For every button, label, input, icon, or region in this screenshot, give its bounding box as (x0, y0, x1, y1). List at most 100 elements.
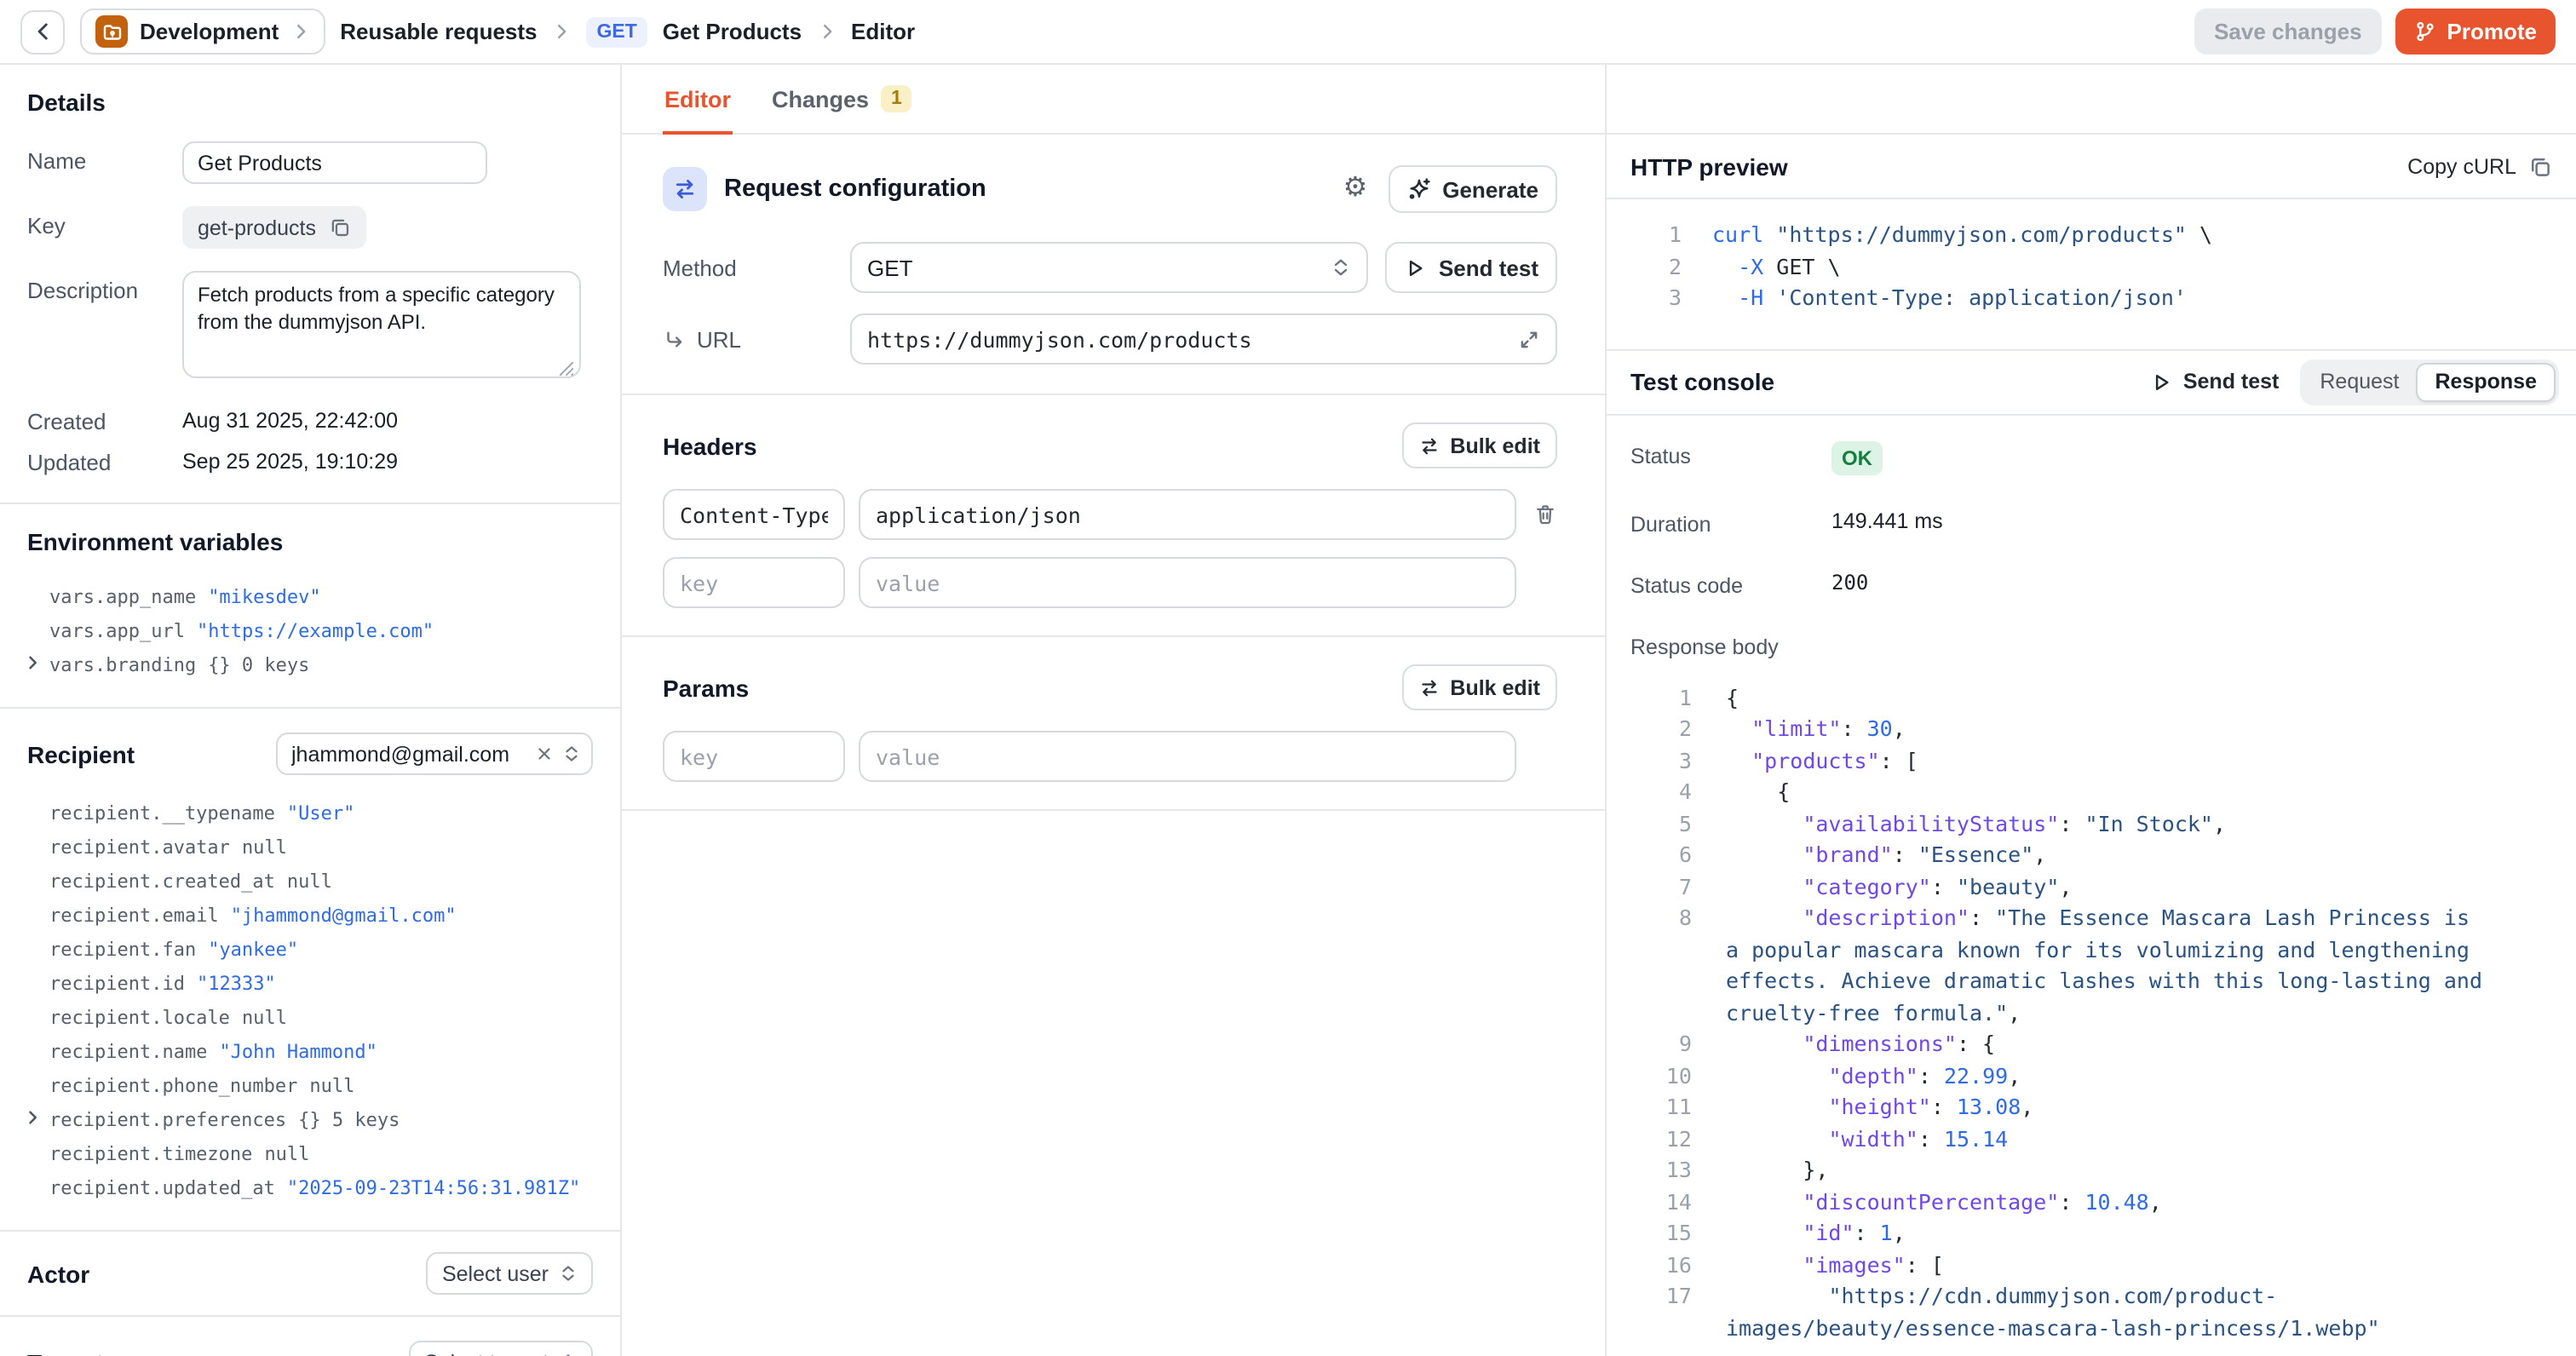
code-line: 16 "images": [ (1607, 1250, 2552, 1281)
line-number: 13 (1607, 1155, 1692, 1186)
console-send-test-button[interactable]: Send test (2151, 370, 2280, 394)
header-key-input[interactable] (663, 489, 845, 540)
status-badge: OK (1831, 440, 1883, 474)
back-button[interactable] (20, 9, 65, 54)
variable-row: recipient.updated_at"2025-09-23T14:56:31… (27, 1172, 593, 1206)
play-icon (2151, 371, 2173, 393)
breadcrumb-reusable-requests[interactable]: Reusable requests (340, 19, 537, 44)
response-body-label: Response body (1630, 631, 1831, 658)
toggle-request[interactable]: Request (2303, 362, 2416, 401)
expand-icon[interactable] (1518, 328, 1540, 350)
variable-value: "John Hammond" (219, 1041, 377, 1063)
params-title: Params (663, 674, 749, 701)
variable-value: {} 0 keys (208, 654, 309, 676)
url-input[interactable] (867, 326, 1518, 352)
chevron-right-icon[interactable] (24, 1109, 41, 1126)
environment-variables-list: vars.app_name"mikesdev"vars.app_url"http… (27, 581, 593, 683)
variable-value: null (242, 1007, 287, 1029)
line-number: 14 (1607, 1186, 1692, 1218)
request-configuration-title: Request configuration (724, 175, 986, 203)
variable-key: recipient.created_at (49, 870, 275, 893)
header-value-input[interactable] (859, 557, 1516, 608)
code-line: 2 -X GET \ (1607, 251, 2552, 283)
spacer (1607, 65, 2576, 135)
tenant-select[interactable]: Select tenant (409, 1341, 593, 1356)
variable-row: recipient.phone_numbernull (27, 1070, 593, 1104)
copy-icon[interactable] (330, 216, 352, 238)
variable-key: recipient.avatar (49, 836, 230, 859)
variable-value: "12333" (197, 973, 276, 995)
variable-key: recipient.__typename (49, 802, 275, 825)
code-line: 10 "depth": 22.99, (1607, 1060, 2552, 1092)
method-select[interactable]: GET (850, 242, 1369, 293)
variable-row: recipient.preferences {} 5 keys (27, 1104, 593, 1138)
variable-row: recipient.fan"yankee" (27, 934, 593, 968)
curl-preview-code: 1curl "https://dummyjson.com/products" \… (1607, 199, 2576, 335)
promote-button[interactable]: Promote (2396, 9, 2556, 55)
param-value-input[interactable] (859, 731, 1516, 782)
variable-key: vars.app_url (49, 620, 185, 642)
params-bulk-edit-button[interactable]: Bulk edit (1402, 664, 1557, 710)
headers-rows (663, 489, 1557, 540)
code-line: 7 "category": "beauty", (1607, 871, 2552, 903)
editor-tabbar: Editor Changes 1 (622, 65, 1605, 135)
variable-key: vars.branding (49, 654, 196, 676)
http-preview-title: HTTP preview (1630, 152, 1788, 180)
duration-label: Duration (1630, 508, 1831, 536)
generate-button[interactable]: Generate (1388, 165, 1557, 213)
variable-value: null (309, 1075, 354, 1097)
recipient-combobox[interactable]: jhammond@gmail.com (276, 733, 593, 775)
line-number: 15 (1607, 1218, 1692, 1250)
send-test-button[interactable]: Send test (1386, 242, 1557, 293)
header-key-input[interactable] (663, 557, 845, 608)
line-number: 2 (1607, 714, 1692, 745)
variable-value: "User" (287, 802, 355, 825)
line-number: 6 (1607, 840, 1692, 871)
method-label: Method (663, 255, 850, 280)
tab-editor[interactable]: Editor (663, 87, 733, 133)
variable-row: vars.app_name"mikesdev" (27, 581, 593, 615)
code-line: 12 "width": 15.14 (1607, 1123, 2552, 1155)
gear-icon[interactable]: ⚙ (1343, 175, 1368, 203)
environment-chip[interactable]: Development (80, 9, 325, 55)
environment-variables-title: Environment variables (27, 528, 593, 555)
headers-bulk-edit-button[interactable]: Bulk edit (1402, 422, 1557, 468)
updated-label: Updated (27, 450, 182, 475)
line-number: 1 (1607, 220, 1682, 251)
actor-select[interactable]: Select user (427, 1252, 593, 1295)
variable-value: "yankee" (208, 939, 298, 961)
created-label: Created (27, 409, 182, 434)
bulk-edit-icon (1419, 677, 1440, 698)
tenant-title: Tenant (27, 1348, 104, 1356)
toggle-response[interactable]: Response (2417, 362, 2556, 401)
name-label: Name (27, 141, 182, 184)
variable-row: recipient.id"12333" (27, 968, 593, 1002)
resize-handle-icon[interactable] (559, 361, 574, 376)
variable-key: recipient.preferences (49, 1109, 286, 1131)
param-key-input[interactable] (663, 731, 845, 782)
code-line: 3 "products": [ (1607, 745, 2552, 777)
chevron-expand-icon[interactable] (562, 744, 581, 763)
code-line: 11 "height": 13.08, (1607, 1092, 2552, 1123)
header-row (663, 489, 1557, 540)
name-input[interactable] (182, 141, 487, 184)
save-changes-button[interactable]: Save changes (2194, 9, 2382, 55)
created-value: Aug 31 2025, 22:42:00 (182, 409, 398, 434)
copy-curl-button[interactable]: Copy cURL (2407, 154, 2552, 178)
close-icon[interactable] (535, 744, 554, 763)
description-textarea[interactable]: Fetch products from a specific category … (182, 271, 581, 378)
tab-changes[interactable]: Changes 1 (770, 85, 914, 133)
chevron-left-icon (32, 20, 54, 43)
header-value-input[interactable] (859, 489, 1516, 540)
chevron-right-icon (817, 22, 836, 41)
code-line: 8 "description": "The Essence Mascara La… (1607, 903, 2552, 1029)
variable-value: null (264, 1143, 309, 1165)
editor-panel: Editor Changes 1 Request configuration ⚙ (622, 65, 1605, 1356)
chevron-right-icon[interactable] (24, 654, 41, 671)
code-line: 3 -H 'Content-Type: application/json' (1607, 283, 2552, 314)
variable-value: {} 5 keys (298, 1109, 400, 1131)
trash-icon[interactable] (1533, 503, 1557, 526)
breadcrumb-request-name[interactable]: Get Products (663, 19, 802, 44)
line-number: 11 (1607, 1092, 1692, 1123)
code-line: 17 "https://cdn.dummyjson.com/product-im… (1607, 1281, 2552, 1344)
